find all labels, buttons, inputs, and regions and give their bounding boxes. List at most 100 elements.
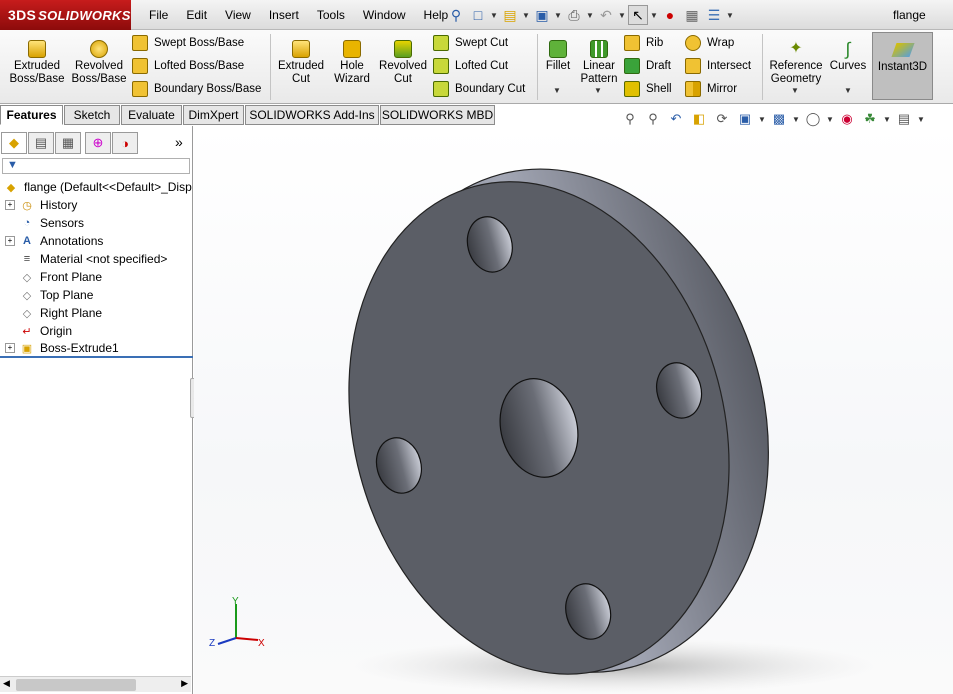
panel-horizontal-scrollbar[interactable]: ◀ ▶ — [0, 676, 191, 692]
configuration-manager-tab-icon[interactable]: ▦ — [55, 132, 81, 154]
heads-up-view-toolbar: ⚲ ⚲ ↶ ◧ ⟳ ▣ ▼ ▩ ▼ ◯ ▼ ◉ ☘ ▼ ▤ ▼ — [620, 108, 925, 130]
solidworks-logo[interactable]: 3DS SOLIDWORKS — [0, 0, 131, 30]
select-pointer-icon[interactable]: ↖ — [628, 5, 648, 25]
wrap-button[interactable]: Wrap — [685, 33, 734, 53]
tree-root[interactable]: ◆ flange (Default<<Default>_Disp — [0, 178, 193, 196]
curves-button[interactable]: ∫ Curves — [828, 40, 868, 73]
print-icon[interactable]: ⎙ — [564, 5, 584, 25]
view-settings-dropdown-icon[interactable]: ▼ — [917, 115, 925, 124]
view-orientation-dropdown-icon[interactable]: ▼ — [758, 115, 766, 124]
lofted-boss-button[interactable]: Lofted Boss/Base — [132, 56, 244, 76]
curves-dropdown-icon[interactable]: ▼ — [844, 86, 852, 95]
reference-geometry-dropdown-icon[interactable]: ▼ — [791, 86, 799, 95]
print-dropdown-icon[interactable]: ▼ — [586, 11, 594, 20]
hide-show-items-icon[interactable]: ◯ — [803, 109, 823, 129]
view-orientation-icon[interactable]: ▣ — [735, 109, 755, 129]
tab-sketch[interactable]: Sketch — [64, 105, 120, 125]
save-dropdown-icon[interactable]: ▼ — [554, 11, 562, 20]
draft-button[interactable]: Draft — [624, 56, 671, 76]
tab-evaluate[interactable]: Evaluate — [121, 105, 182, 125]
flange-model[interactable]: Y X Z — [194, 126, 953, 694]
rebuild-traffic-light-icon[interactable]: ● — [660, 5, 680, 25]
menu-view[interactable]: View — [216, 8, 260, 22]
menu-edit[interactable]: Edit — [177, 8, 216, 22]
tree-item-material[interactable]: ≡ Material <not specified> — [0, 250, 193, 268]
fillet-button[interactable]: Fillet — [540, 40, 576, 73]
select-dropdown-icon[interactable]: ▼ — [650, 11, 658, 20]
linear-pattern-button[interactable]: Linear Pattern — [578, 40, 620, 86]
display-style-dropdown-icon[interactable]: ▼ — [792, 115, 800, 124]
fillet-dropdown-icon[interactable]: ▼ — [553, 86, 561, 95]
zoom-to-fit-icon[interactable]: ⚲ — [620, 109, 640, 129]
scroll-left-icon[interactable]: ◀ — [3, 678, 10, 689]
file-properties-icon[interactable]: ▦ — [682, 5, 702, 25]
undo-icon[interactable]: ↶ — [596, 5, 616, 25]
property-manager-tab-icon[interactable]: ▤ — [28, 132, 54, 154]
scroll-right-icon[interactable]: ▶ — [181, 678, 188, 689]
display-style-icon[interactable]: ▩ — [769, 109, 789, 129]
save-icon[interactable]: ▣ — [532, 5, 552, 25]
intersect-button[interactable]: Intersect — [685, 56, 751, 76]
options-dropdown-icon[interactable]: ▼ — [726, 11, 734, 20]
instant3d-button[interactable]: Instant3D — [872, 32, 933, 100]
tab-mbd[interactable]: SOLIDWORKS MBD — [380, 105, 495, 125]
expand-icon[interactable]: + — [5, 236, 15, 246]
feature-manager-tab-icon[interactable]: ◆ — [1, 132, 27, 154]
expand-tabs-icon[interactable]: » — [175, 134, 183, 150]
dynamic-annotation-icon[interactable]: ⟳ — [712, 109, 732, 129]
rib-button[interactable]: Rib — [624, 33, 663, 53]
tree-item-annotations[interactable]: + A Annotations — [0, 232, 193, 250]
tree-item-top-plane[interactable]: ◇ Top Plane — [0, 286, 193, 304]
revolved-cut-button[interactable]: Revolved Cut — [378, 40, 428, 86]
open-folder-icon[interactable]: ▤ — [500, 5, 520, 25]
reference-geometry-button[interactable]: ✦ Reference Geometry — [766, 40, 826, 86]
shell-button[interactable]: Shell — [624, 79, 672, 99]
swept-boss-button[interactable]: Swept Boss/Base — [132, 33, 244, 53]
view-settings-icon[interactable]: ▤ — [894, 109, 914, 129]
lofted-cut-button[interactable]: Lofted Cut — [433, 56, 508, 76]
revolved-boss-button[interactable]: Revolved Boss/Base — [70, 40, 128, 86]
tree-filter-input[interactable]: ▼ — [2, 158, 190, 174]
expand-icon[interactable]: + — [5, 200, 15, 210]
menu-tools[interactable]: Tools — [308, 8, 354, 22]
tab-dimxpert[interactable]: DimXpert — [183, 105, 244, 125]
apply-scene-icon[interactable]: ☘ — [860, 109, 880, 129]
tab-features[interactable]: Features — [0, 105, 63, 125]
pin-icon[interactable]: ⚲ — [446, 5, 466, 25]
hide-show-dropdown-icon[interactable]: ▼ — [826, 115, 834, 124]
tree-item-right-plane[interactable]: ◇ Right Plane — [0, 304, 193, 322]
section-view-icon[interactable]: ◧ — [689, 109, 709, 129]
pattern-dropdown-icon[interactable]: ▼ — [594, 86, 602, 95]
tree-item-history[interactable]: + ◷ History — [0, 196, 193, 214]
scrollbar-thumb[interactable] — [16, 679, 136, 691]
dimxpert-manager-tab-icon[interactable]: ⊕ — [85, 132, 111, 154]
expand-icon[interactable]: + — [5, 343, 15, 353]
edit-appearance-icon[interactable]: ◉ — [837, 109, 857, 129]
open-dropdown-icon[interactable]: ▼ — [522, 11, 530, 20]
boundary-boss-button[interactable]: Boundary Boss/Base — [132, 79, 261, 99]
display-manager-tab-icon[interactable]: ◑ — [112, 132, 138, 154]
menu-window[interactable]: Window — [354, 8, 415, 22]
options-icon[interactable]: ☰ — [704, 5, 724, 25]
graphics-area[interactable]: Y X Z — [194, 126, 953, 694]
boundary-cut-button[interactable]: Boundary Cut — [433, 79, 525, 99]
extruded-boss-button[interactable]: Extruded Boss/Base — [8, 40, 66, 86]
menu-file[interactable]: File — [140, 8, 177, 22]
tree-item-boss-extrude1[interactable]: + ▣ Boss-Extrude1 — [0, 340, 193, 358]
previous-view-icon[interactable]: ↶ — [666, 109, 686, 129]
tree-item-front-plane[interactable]: ◇ Front Plane — [0, 268, 193, 286]
tree-item-sensors[interactable]: ◔ Sensors — [0, 214, 193, 232]
extruded-cut-button[interactable]: Extruded Cut — [274, 40, 328, 86]
toolbar-separator — [762, 34, 763, 100]
apply-scene-dropdown-icon[interactable]: ▼ — [883, 115, 891, 124]
new-dropdown-icon[interactable]: ▼ — [490, 11, 498, 20]
hole-wizard-button[interactable]: Hole Wizard — [328, 40, 376, 86]
zoom-to-area-icon[interactable]: ⚲ — [643, 109, 663, 129]
swept-cut-button[interactable]: Swept Cut — [433, 33, 508, 53]
mirror-button[interactable]: Mirror — [685, 79, 737, 99]
tab-addins[interactable]: SOLIDWORKS Add-Ins — [245, 105, 379, 125]
new-document-icon[interactable]: □ — [468, 5, 488, 25]
tree-item-origin[interactable]: ↵ Origin — [0, 322, 193, 340]
undo-dropdown-icon[interactable]: ▼ — [618, 11, 626, 20]
menu-insert[interactable]: Insert — [260, 8, 308, 22]
